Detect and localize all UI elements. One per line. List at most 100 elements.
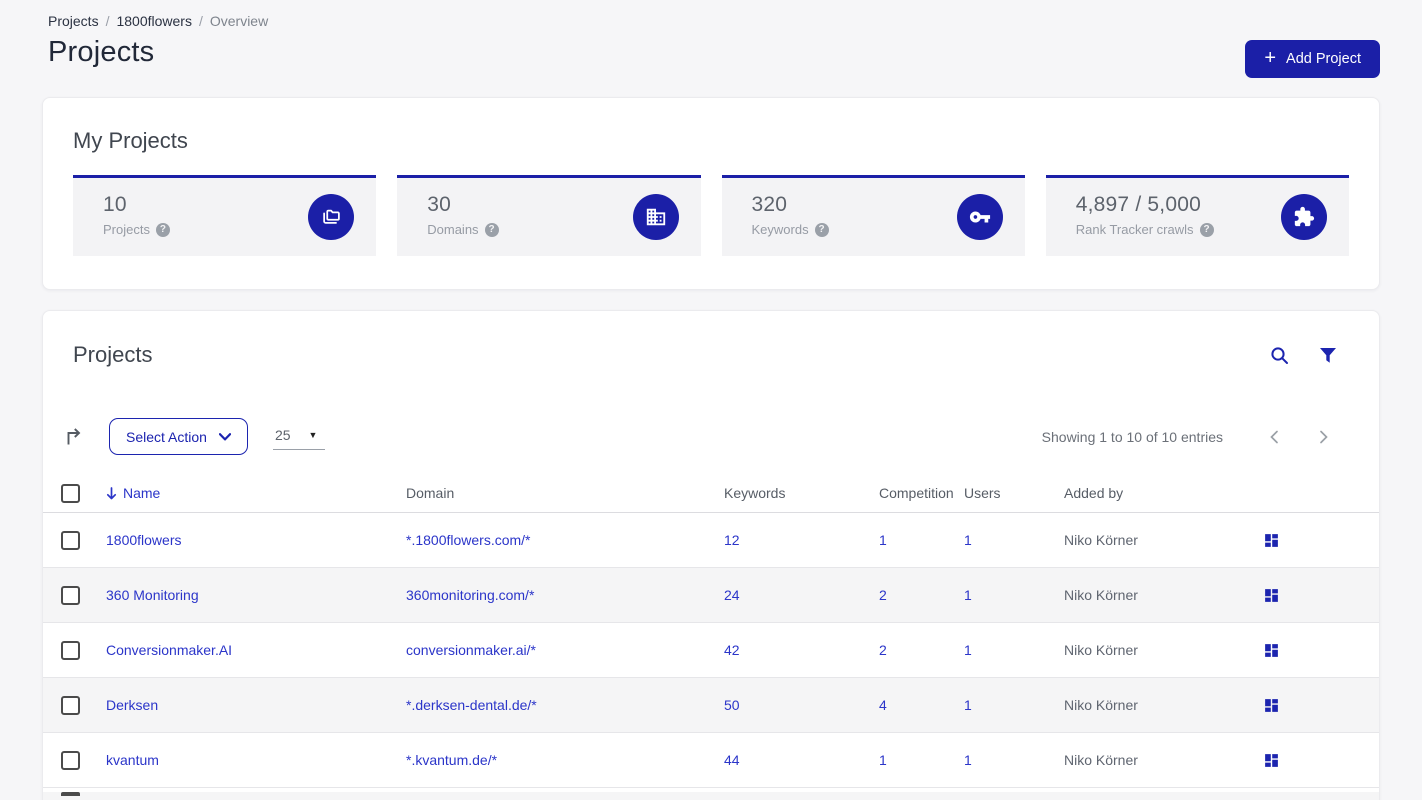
breadcrumb-projects[interactable]: Projects bbox=[48, 13, 99, 29]
column-header-domain: Domain bbox=[406, 485, 455, 501]
project-competition-value[interactable]: 2 bbox=[879, 642, 887, 658]
project-domain-link[interactable]: conversionmaker.ai/* bbox=[406, 642, 536, 658]
table-row: 1800flowers *.1800flowers.com/* 12 1 1 N… bbox=[43, 513, 1379, 568]
help-icon[interactable]: ? bbox=[814, 222, 829, 237]
table-row: 360 Monitoring 360monitoring.com/* 24 2 … bbox=[43, 568, 1379, 623]
puzzle-icon bbox=[1281, 194, 1327, 240]
breadcrumb: Projects / 1800flowers / Overview bbox=[48, 13, 1380, 29]
breadcrumb-separator: / bbox=[198, 13, 203, 29]
page-size-value: 25 bbox=[274, 427, 291, 443]
project-added-by: Niko Körner bbox=[1064, 587, 1138, 603]
project-competition-value[interactable]: 1 bbox=[879, 752, 887, 768]
project-domain-link[interactable]: *.derksen-dental.de/* bbox=[406, 697, 537, 713]
my-projects-card: My Projects 10 Projects ? 30 Domains ? 3… bbox=[42, 97, 1380, 290]
table-row-partial bbox=[43, 792, 1379, 800]
sort-desc-icon bbox=[106, 486, 117, 499]
column-header-name[interactable]: Name bbox=[106, 485, 406, 501]
project-users-value[interactable]: 1 bbox=[964, 587, 972, 603]
chevron-down-icon bbox=[218, 432, 231, 440]
project-users-value[interactable]: 1 bbox=[964, 697, 972, 713]
project-keywords-value[interactable]: 12 bbox=[724, 532, 740, 548]
dashboard-icon[interactable] bbox=[1263, 587, 1280, 604]
project-keywords-value[interactable]: 50 bbox=[724, 697, 740, 713]
page-title: Projects bbox=[48, 36, 155, 68]
project-competition-value[interactable]: 4 bbox=[879, 697, 887, 713]
table-row: Derksen *.derksen-dental.de/* 50 4 1 Nik… bbox=[43, 678, 1379, 733]
plus-icon: + bbox=[1264, 47, 1277, 69]
column-header-added-by: Added by bbox=[1064, 485, 1124, 501]
table-row: kvantum *.kvantum.de/* 44 1 1 Niko Körne… bbox=[43, 733, 1379, 788]
project-users-value[interactable]: 1 bbox=[964, 532, 972, 548]
project-added-by: Niko Körner bbox=[1064, 532, 1138, 548]
project-keywords-value[interactable]: 44 bbox=[724, 752, 740, 768]
dashboard-icon[interactable] bbox=[1263, 642, 1280, 659]
project-domain-link[interactable]: 360monitoring.com/* bbox=[406, 587, 534, 603]
my-projects-title: My Projects bbox=[73, 128, 188, 153]
row-checkbox[interactable] bbox=[61, 750, 80, 770]
stats-row: 10 Projects ? 30 Domains ? 320 Keywords … bbox=[73, 175, 1349, 256]
table-row: Conversionmaker.AI conversionmaker.ai/* … bbox=[43, 623, 1379, 678]
stat-crawls: 4,897 / 5,000 Rank Tracker crawls ? bbox=[1045, 175, 1349, 256]
table-body: 1800flowers *.1800flowers.com/* 12 1 1 N… bbox=[43, 513, 1379, 788]
project-users-value[interactable]: 1 bbox=[964, 752, 972, 768]
pagination-status: Showing 1 to 10 of 10 entries bbox=[1041, 428, 1223, 445]
bulk-action-arrow-icon bbox=[65, 428, 84, 445]
key-icon bbox=[956, 194, 1003, 240]
dashboard-icon[interactable] bbox=[1263, 752, 1280, 769]
stat-projects-label: Projects bbox=[103, 222, 150, 237]
project-name-link[interactable]: 360 Monitoring bbox=[106, 587, 199, 603]
project-name-link[interactable]: 1800flowers bbox=[106, 532, 182, 548]
project-keywords-value[interactable]: 42 bbox=[724, 642, 740, 658]
caret-down-icon: ▼ bbox=[308, 430, 318, 440]
add-project-label: Add Project bbox=[1286, 51, 1361, 67]
project-competition-value[interactable]: 1 bbox=[879, 532, 887, 548]
search-icon[interactable] bbox=[1270, 346, 1289, 365]
stat-projects: 10 Projects ? bbox=[73, 175, 377, 256]
column-header-users: Users bbox=[964, 485, 1001, 501]
row-checkbox[interactable] bbox=[61, 792, 80, 796]
breadcrumb-overview: Overview bbox=[209, 13, 269, 29]
filter-icon[interactable] bbox=[1319, 347, 1337, 364]
projects-stack-icon bbox=[308, 194, 355, 240]
select-all-checkbox[interactable] bbox=[61, 483, 80, 503]
project-added-by: Niko Körner bbox=[1064, 642, 1138, 658]
help-icon[interactable]: ? bbox=[155, 222, 170, 237]
projects-panel-title: Projects bbox=[73, 342, 153, 367]
column-header-keywords: Keywords bbox=[724, 485, 786, 501]
table-header-row: Name Domain Keywords Competition Users A… bbox=[43, 474, 1379, 513]
dashboard-icon[interactable] bbox=[1263, 532, 1280, 549]
project-domain-link[interactable]: *.1800flowers.com/* bbox=[406, 532, 531, 548]
help-icon[interactable]: ? bbox=[1199, 222, 1214, 237]
help-icon[interactable]: ? bbox=[484, 222, 499, 237]
project-competition-value[interactable]: 2 bbox=[879, 587, 887, 603]
stat-domains-label: Domains bbox=[427, 222, 479, 237]
top-bar: Projects / 1800flowers / Overview Projec… bbox=[0, 0, 1422, 69]
column-header-competition: Competition bbox=[879, 485, 954, 501]
project-name-link[interactable]: Conversionmaker.AI bbox=[106, 642, 232, 658]
stat-keywords-label: Keywords bbox=[751, 222, 809, 237]
row-checkbox[interactable] bbox=[61, 530, 80, 550]
project-name-link[interactable]: Derksen bbox=[106, 697, 158, 713]
project-domain-link[interactable]: *.kvantum.de/* bbox=[406, 752, 497, 768]
dashboard-icon[interactable] bbox=[1263, 697, 1280, 714]
row-checkbox[interactable] bbox=[61, 640, 80, 660]
page-size-select[interactable]: 25 ▼ bbox=[272, 423, 325, 450]
select-action-label: Select Action bbox=[126, 428, 207, 445]
project-keywords-value[interactable]: 24 bbox=[724, 587, 740, 603]
stat-crawls-label: Rank Tracker crawls bbox=[1075, 222, 1194, 237]
project-users-value[interactable]: 1 bbox=[964, 642, 972, 658]
stat-keywords: 320 Keywords ? bbox=[721, 175, 1025, 256]
project-name-link[interactable]: kvantum bbox=[106, 752, 159, 768]
breadcrumb-1800flowers[interactable]: 1800flowers bbox=[116, 13, 192, 29]
row-checkbox[interactable] bbox=[61, 695, 80, 715]
row-checkbox[interactable] bbox=[61, 585, 80, 605]
select-action-dropdown[interactable]: Select Action bbox=[109, 418, 248, 455]
project-added-by: Niko Körner bbox=[1064, 697, 1138, 713]
add-project-button[interactable]: + Add Project bbox=[1245, 40, 1380, 78]
prev-page-icon[interactable] bbox=[1261, 426, 1287, 448]
next-page-icon[interactable] bbox=[1311, 426, 1337, 448]
projects-table-card: Projects Select Action 25 ▼ Showing 1 to… bbox=[42, 310, 1380, 800]
building-icon bbox=[632, 194, 679, 240]
breadcrumb-separator: / bbox=[105, 13, 110, 29]
stat-domains: 30 Domains ? bbox=[397, 175, 701, 256]
